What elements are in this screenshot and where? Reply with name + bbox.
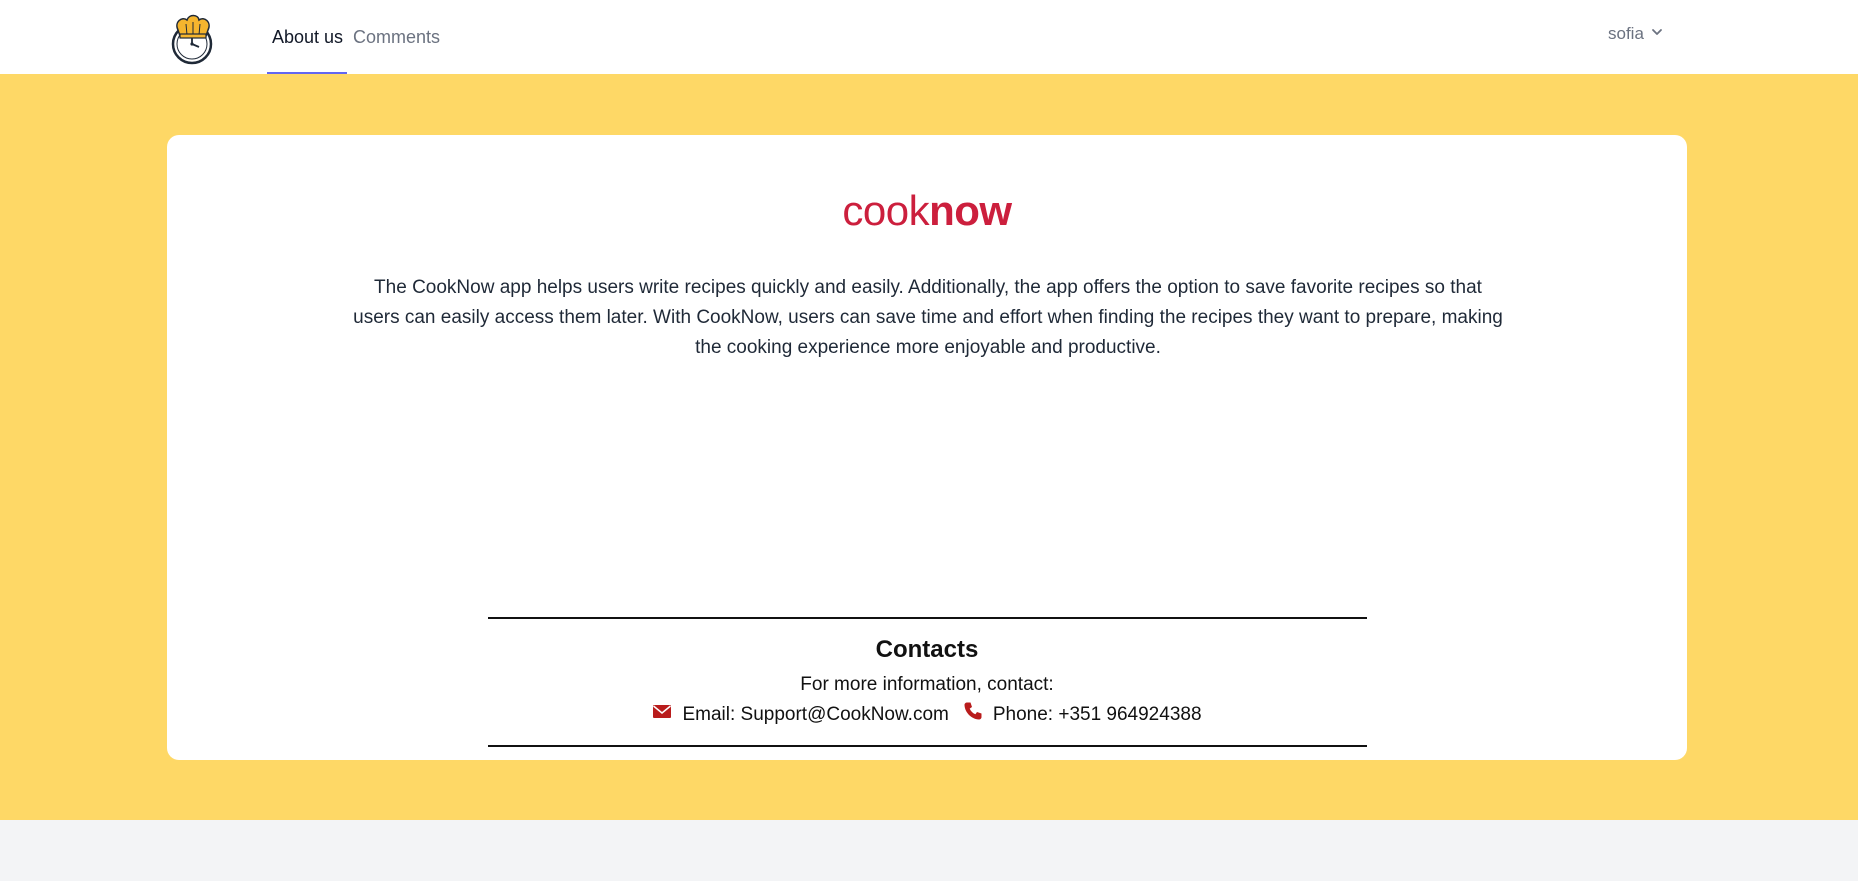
about-description: The CookNow app helps users write recipe… bbox=[353, 277, 1503, 358]
divider-bottom bbox=[488, 745, 1367, 747]
user-name: sofia bbox=[1608, 24, 1644, 43]
phone-icon bbox=[963, 701, 983, 729]
envelope-icon bbox=[652, 701, 672, 729]
contact-details: Email: Support@CookNow.com Phone: +351 9… bbox=[167, 701, 1687, 729]
contacts-subtitle: For more information, contact: bbox=[800, 674, 1054, 695]
cooknow-wordmark: cooknow bbox=[167, 185, 1687, 237]
tab-comments[interactable]: Comments bbox=[353, 26, 440, 48]
chef-hat-clock-icon[interactable] bbox=[168, 12, 218, 66]
about-card: cooknow The CookNow app helps users writ… bbox=[167, 135, 1687, 760]
top-navigation-bar: About us Comments sofia bbox=[0, 0, 1858, 74]
chevron-down-icon bbox=[1650, 24, 1664, 44]
tab-about-us[interactable]: About us bbox=[272, 26, 343, 48]
wordmark-now: now bbox=[929, 187, 1012, 234]
page-footer-area bbox=[0, 820, 1858, 881]
contacts-heading: Contacts bbox=[875, 636, 979, 663]
wordmark-cook: cook bbox=[842, 187, 930, 234]
user-menu[interactable]: sofia bbox=[1608, 24, 1664, 44]
divider-top bbox=[488, 617, 1367, 619]
phone-contact[interactable]: Phone: +351 964924388 bbox=[963, 701, 1202, 729]
email-contact[interactable]: Email: Support@CookNow.com bbox=[652, 701, 949, 729]
email-label: Email: Support@CookNow.com bbox=[682, 704, 949, 725]
phone-label: Phone: +351 964924388 bbox=[992, 704, 1202, 725]
